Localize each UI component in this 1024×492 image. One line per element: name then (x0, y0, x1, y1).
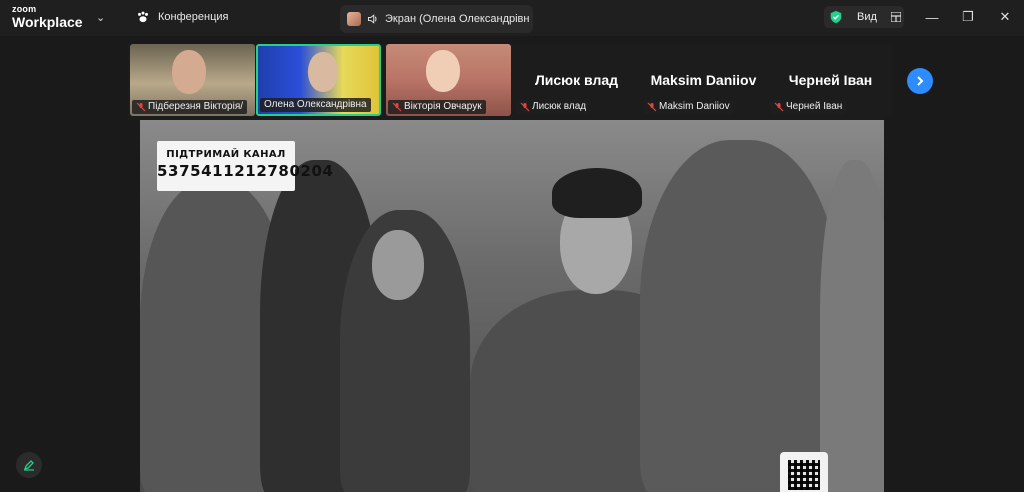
brand-top: zoom (12, 4, 37, 14)
participant-tile[interactable]: Maksim Daniiov Maksim Daniiov (641, 44, 766, 116)
channel-number: 5375411212780204 (157, 162, 334, 180)
screen-share-indicator[interactable]: Экран (Олена Олександрівн (340, 5, 533, 33)
mic-off-icon (520, 102, 530, 112)
next-page-button[interactable] (907, 68, 933, 94)
mic-off-icon (136, 102, 146, 112)
face-headscarf (372, 230, 424, 300)
participant-video (426, 50, 460, 92)
participant-video (172, 50, 206, 94)
participant-name: Maksim Daniiov (643, 100, 734, 114)
participant-name: Лисюк влад (516, 100, 591, 114)
annotate-button[interactable] (16, 452, 42, 478)
qr-pattern (788, 460, 820, 490)
participant-display-name: Maksim Daniiov (650, 72, 757, 88)
speaker-icon (367, 14, 377, 24)
mic-off-icon (647, 102, 657, 112)
participant-name: Олена Олександрівна (260, 98, 371, 112)
participant-tile[interactable]: Лисюк влад Лисюк влад (514, 44, 639, 116)
shared-screen: ПІДТРИМАЙ КАНАЛ 5375411212780204 (140, 120, 884, 492)
participant-tile[interactable]: Підберезня Вікторія/ (130, 44, 255, 116)
participant-tile[interactable]: Черней Іван Черней Іван (768, 44, 893, 116)
participant-display-name: Лисюк влад (534, 72, 619, 88)
participant-tile-active[interactable]: Олена Олександрівна (256, 44, 381, 116)
brand-bottom: Workplace (12, 14, 83, 30)
hair-woman (552, 168, 642, 218)
view-label: Вид (857, 11, 877, 23)
sharer-avatar (347, 12, 361, 26)
qr-code (780, 452, 828, 492)
minimize-icon[interactable]: — (923, 8, 941, 26)
restore-icon[interactable]: ❐ (959, 8, 977, 26)
participant-name: Вікторія Овчарук (388, 100, 486, 114)
view-button[interactable]: Вид (824, 6, 904, 28)
app-menu-chevron-down-icon[interactable]: ⌄ (96, 11, 105, 24)
meeting-title: Конференция (158, 11, 229, 23)
zoom-logo: zoom Workplace (12, 4, 83, 30)
shield-icon (830, 10, 842, 24)
mic-off-icon (774, 102, 784, 112)
participant-display-name: Черней Іван (788, 72, 873, 88)
meeting-info-button[interactable]: Конференция (136, 10, 228, 24)
mic-off-icon (392, 102, 402, 112)
figure-right (820, 160, 884, 492)
paw-icon (138, 11, 148, 23)
support-channel-banner: ПІДТРИМАЙ КАНАЛ 5375411212780204 (157, 141, 334, 191)
channel-label: ПІДТРИМАЙ КАНАЛ (166, 149, 286, 160)
participant-video (308, 52, 338, 92)
grid-icon (890, 12, 901, 22)
participant-name: Підберезня Вікторія/ (132, 100, 248, 114)
chevron-right-icon (917, 76, 924, 86)
figure-soldier (640, 140, 840, 492)
participant-name: Черней Іван (770, 100, 847, 114)
participant-tile[interactable]: Вікторія Овчарук (386, 44, 511, 116)
share-label: Экран (Олена Олександрівн (385, 13, 530, 25)
title-bar: zoom Workplace ⌄ Конференция Экран (Олен… (0, 0, 1024, 36)
pencil-icon (23, 460, 34, 471)
close-icon[interactable]: ✕ (996, 8, 1014, 26)
